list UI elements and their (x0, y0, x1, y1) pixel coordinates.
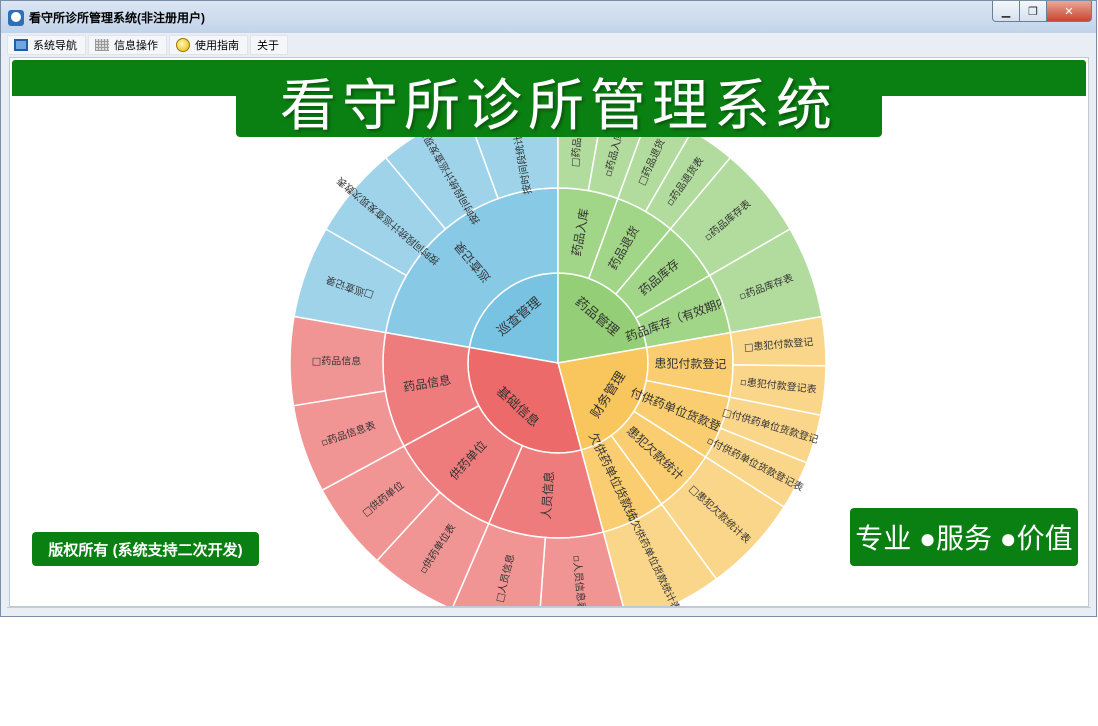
menu-user-guide[interactable]: 使用指南 (169, 35, 248, 55)
menu-label: 关于 (257, 40, 279, 52)
main-canvas: 巡查管理 巡查记录 □巡查记录 按时间段统计巡查发现次数表 按时间段统计巡查发现次数 按时… (9, 57, 1089, 607)
slogan-badge: 专业 ●服务 ●价值 (850, 508, 1078, 566)
window-title: 看守所诊所管理系统(非注册用户) (29, 11, 205, 25)
copyright-badge: 版权所有 (系统支持二次开发) (32, 532, 259, 566)
sunburst-label: □药品信息 (312, 354, 362, 367)
close-button[interactable]: ✕ (1047, 1, 1092, 22)
system-title-banner: 看守所诊所管理系统 (236, 65, 882, 139)
window-controls: ▁ ❐ ✕ (992, 1, 1092, 22)
menu-system-navigation[interactable]: 系统导航 (7, 35, 86, 55)
help-icon (176, 38, 190, 52)
menu-bar: 系统导航 信息操作 使用指南 关于 (7, 35, 288, 55)
system-title: 看守所诊所管理系统 (280, 73, 838, 139)
menu-info-operation[interactable]: 信息操作 (88, 35, 167, 55)
app-logo-icon (8, 10, 24, 26)
title-bar: 看守所诊所管理系统(非注册用户) ▁ ❐ ✕ (1, 1, 1096, 33)
minimize-button[interactable]: ▁ (992, 1, 1020, 22)
menu-label: 系统导航 (33, 40, 77, 52)
menu-about[interactable]: 关于 (250, 35, 288, 55)
menu-label: 使用指南 (195, 40, 239, 52)
grid-icon (95, 39, 109, 51)
status-bar (7, 607, 1091, 614)
maximize-button[interactable]: ❐ (1020, 1, 1047, 22)
monitor-icon (14, 39, 28, 51)
app-window: 看守所诊所管理系统(非注册用户) ▁ ❐ ✕ 系统导航 信息操作 使用指南 关于… (0, 0, 1097, 617)
menu-label: 信息操作 (114, 40, 158, 52)
sunburst-label: 患犯付款登记 (654, 356, 726, 372)
